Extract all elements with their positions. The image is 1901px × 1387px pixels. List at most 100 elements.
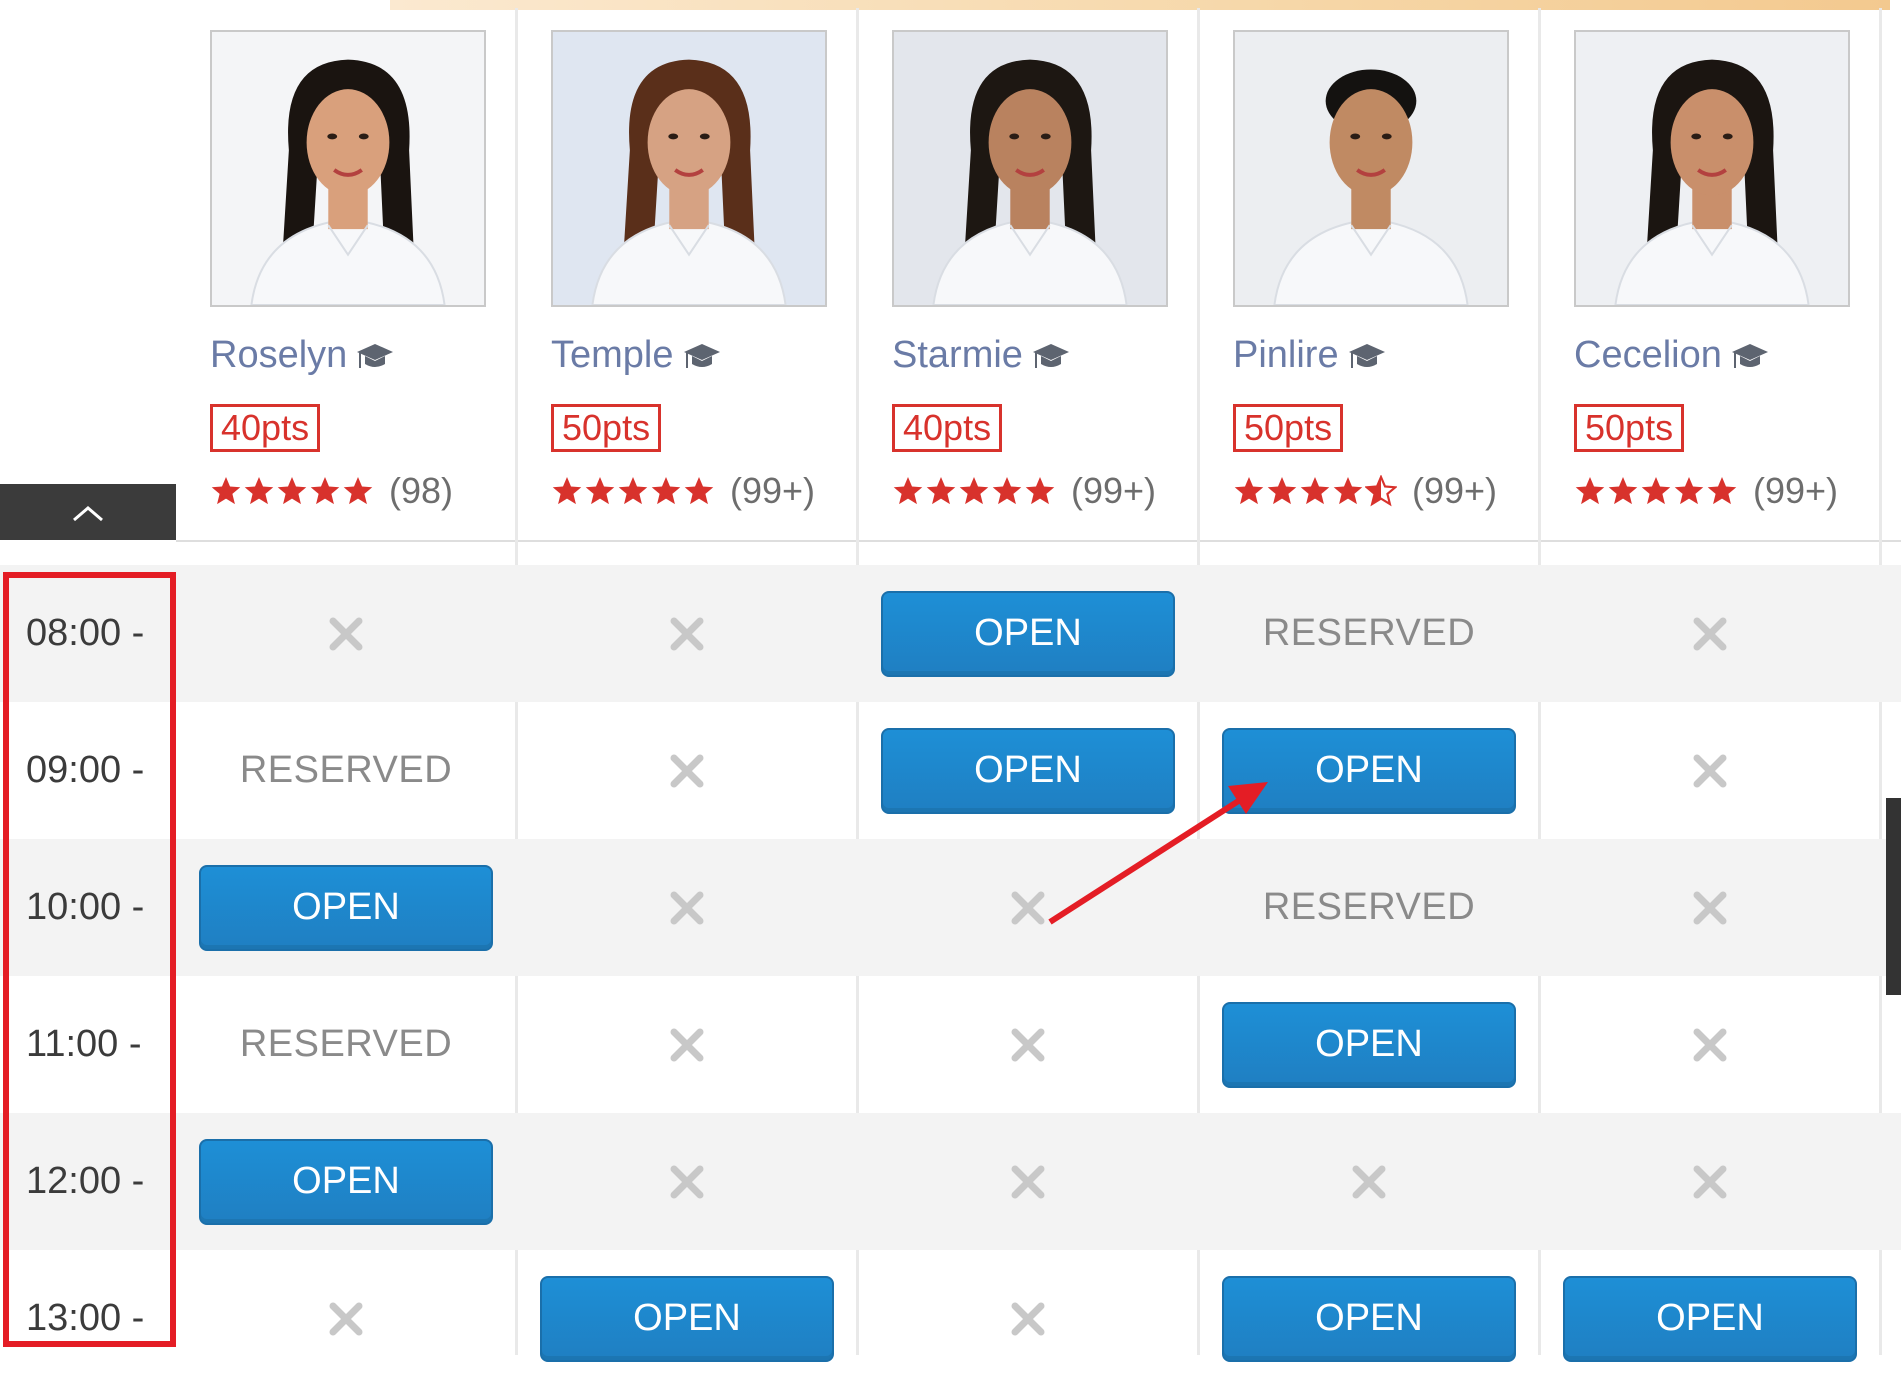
slot-cell bbox=[1199, 1113, 1539, 1250]
slot-cell: OPEN bbox=[176, 839, 516, 976]
star-icon bbox=[1365, 475, 1397, 507]
rating-stars: (99+) bbox=[1233, 470, 1497, 512]
teacher-card[interactable]: Cecelion 50pts (99+) bbox=[1540, 8, 1880, 540]
x-icon bbox=[670, 754, 704, 787]
reserved-label: RESERVED bbox=[239, 749, 453, 791]
time-slot-row: 12:00 - OPEN bbox=[0, 1113, 1901, 1250]
graduation-cap-icon bbox=[1032, 343, 1069, 368]
slot-cell: OPEN bbox=[858, 702, 1198, 839]
teacher-name[interactable]: Roselyn bbox=[210, 334, 395, 377]
x-icon bbox=[1352, 1165, 1386, 1198]
slot-cell bbox=[858, 839, 1198, 976]
open-slot-button[interactable]: OPEN bbox=[1222, 727, 1516, 814]
slot-cell bbox=[1540, 976, 1880, 1113]
open-slot-button[interactable]: OPEN bbox=[1563, 1275, 1857, 1362]
star-icon bbox=[1707, 477, 1737, 505]
open-slot-button[interactable]: OPEN bbox=[881, 590, 1175, 677]
collapse-button[interactable] bbox=[0, 484, 176, 540]
star-icon bbox=[651, 477, 681, 505]
teacher-card[interactable]: Starmie 40pts (99+) bbox=[858, 8, 1198, 540]
x-icon bbox=[1011, 891, 1045, 924]
teacher-photo-frame[interactable] bbox=[1574, 30, 1850, 307]
star-icon bbox=[926, 477, 956, 505]
star-icon bbox=[310, 477, 340, 505]
graduation-cap-icon bbox=[357, 343, 394, 368]
slot-cell: RESERVED bbox=[176, 702, 516, 839]
star-icon bbox=[992, 477, 1022, 505]
slot-cell bbox=[176, 1250, 516, 1387]
x-icon bbox=[1011, 1165, 1045, 1198]
open-slot-button[interactable]: OPEN bbox=[881, 727, 1175, 814]
teacher-photo bbox=[553, 32, 825, 305]
teacher-photo bbox=[1235, 32, 1507, 305]
star-icon bbox=[1575, 477, 1605, 505]
points-badge: 50pts bbox=[551, 404, 662, 452]
teacher-card[interactable]: Temple 50pts (99+) bbox=[517, 8, 857, 540]
time-slot-row: 10:00 - OPEN RESERVED bbox=[0, 839, 1901, 976]
star-icon bbox=[1608, 477, 1638, 505]
open-slot-button[interactable]: OPEN bbox=[1222, 1275, 1516, 1362]
slot-cell bbox=[858, 1113, 1198, 1250]
time-slot-row: 11:00 - RESERVED OPEN bbox=[0, 976, 1901, 1113]
graduation-cap-icon bbox=[1731, 343, 1768, 368]
scroll-tab[interactable] bbox=[1886, 798, 1901, 995]
rating-stars: (99+) bbox=[551, 470, 815, 512]
slot-cell: RESERVED bbox=[1199, 839, 1539, 976]
teacher-photo-frame[interactable] bbox=[892, 30, 1168, 307]
teacher-name[interactable]: Temple bbox=[551, 334, 722, 377]
points-badge: 50pts bbox=[1233, 404, 1344, 452]
x-icon bbox=[1693, 1028, 1727, 1061]
time-slot-row: 09:00 - RESERVED OPEN OPEN bbox=[0, 702, 1901, 839]
slot-cell bbox=[517, 1113, 857, 1250]
x-icon bbox=[670, 1165, 704, 1198]
open-slot-button[interactable]: OPEN bbox=[199, 864, 493, 951]
graduation-cap-icon bbox=[683, 343, 720, 368]
x-icon bbox=[1693, 891, 1727, 924]
teacher-name[interactable]: Cecelion bbox=[1574, 334, 1770, 377]
teacher-name-text[interactable]: Temple bbox=[551, 334, 674, 376]
open-slot-button[interactable]: OPEN bbox=[1222, 1001, 1516, 1088]
reserved-label: RESERVED bbox=[239, 1023, 453, 1065]
time-slot-row: 08:00 - OPEN RESERVED bbox=[0, 565, 1901, 702]
points-badge: 40pts bbox=[210, 404, 321, 452]
slot-cell: OPEN bbox=[1199, 1250, 1539, 1387]
open-slot-button[interactable]: OPEN bbox=[540, 1275, 834, 1362]
teacher-card[interactable]: Roselyn 40pts (98) bbox=[176, 8, 516, 540]
time-column-highlight bbox=[3, 572, 176, 1347]
slot-cell bbox=[517, 565, 857, 702]
teacher-photo-frame[interactable] bbox=[1233, 30, 1509, 307]
teacher-photo-frame[interactable] bbox=[551, 30, 827, 307]
slot-cell: OPEN bbox=[1199, 702, 1539, 839]
points-badge: 50pts bbox=[1574, 404, 1685, 452]
teacher-name[interactable]: Pinlire bbox=[1233, 334, 1387, 377]
time-slot-row: 13:00 - OPEN OPEN OPEN bbox=[0, 1250, 1901, 1387]
star-icon bbox=[684, 477, 714, 505]
x-icon bbox=[670, 891, 704, 924]
x-icon bbox=[1693, 1165, 1727, 1198]
slot-cell: OPEN bbox=[858, 565, 1198, 702]
points-badge: 40pts bbox=[892, 404, 1003, 452]
slot-cell bbox=[858, 976, 1198, 1113]
teacher-photo bbox=[1576, 32, 1848, 305]
star-icon bbox=[1234, 477, 1264, 505]
teacher-photo bbox=[212, 32, 484, 305]
header-divider bbox=[176, 540, 1901, 542]
teacher-photo bbox=[894, 32, 1166, 305]
reserved-label: RESERVED bbox=[1262, 612, 1476, 654]
star-icon bbox=[893, 477, 923, 505]
teacher-photo-frame[interactable] bbox=[210, 30, 486, 307]
teacher-name-text[interactable]: Starmie bbox=[892, 334, 1023, 376]
teacher-name[interactable]: Starmie bbox=[892, 334, 1071, 377]
lesson-schedule: Roselyn 40pts (98) Temple 50pts (99+) Starmie 4… bbox=[0, 0, 1901, 1362]
teacher-name-text[interactable]: Cecelion bbox=[1574, 334, 1722, 376]
star-icon bbox=[552, 477, 582, 505]
teacher-name-text[interactable]: Roselyn bbox=[210, 334, 347, 376]
teacher-card[interactable]: Pinlire 50pts (99+) bbox=[1199, 8, 1539, 540]
x-icon bbox=[1011, 1302, 1045, 1335]
graduation-cap-icon bbox=[1348, 343, 1385, 368]
slot-cell: OPEN bbox=[1540, 1250, 1880, 1387]
slot-cell bbox=[517, 976, 857, 1113]
open-slot-button[interactable]: OPEN bbox=[199, 1138, 493, 1225]
teacher-name-text[interactable]: Pinlire bbox=[1233, 334, 1339, 376]
star-icon bbox=[343, 477, 373, 505]
